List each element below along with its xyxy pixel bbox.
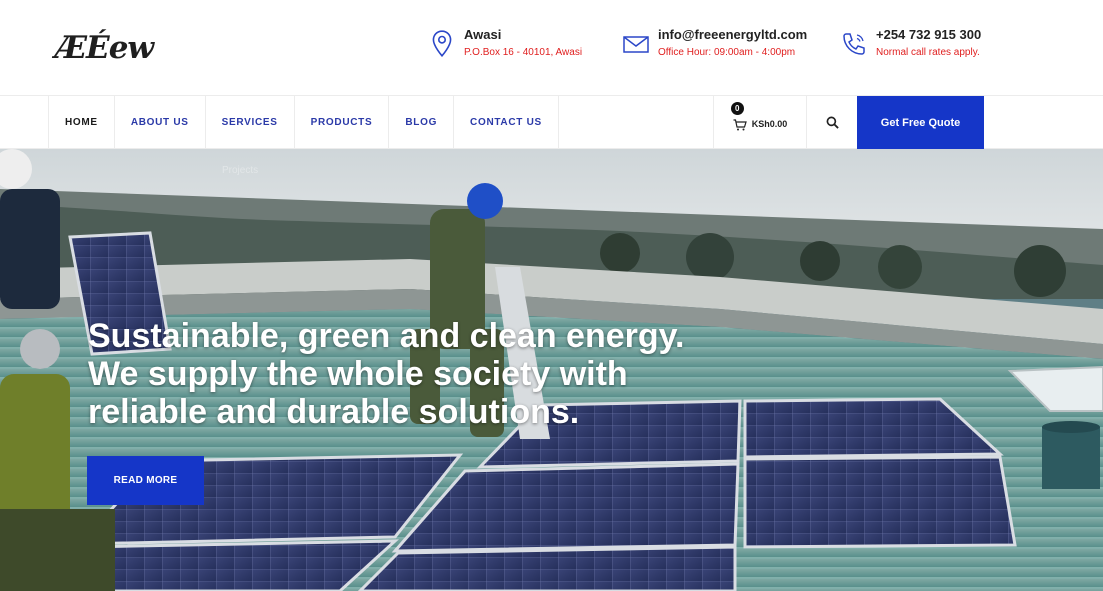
nav-item-home[interactable]: HOME [49,96,115,149]
nav-item-contact-us[interactable]: CONTACT US [454,96,559,149]
office-hours: Office Hour: 09:00am - 4:00pm [658,47,796,58]
map-pin-icon [428,29,456,59]
search-icon [826,116,839,129]
contact-location: Awasi P.O.Box 16 - 40101, Awasi [428,27,582,60]
nav-item-blog[interactable]: BLOG [389,96,455,149]
cart-count-badge: 0 [730,101,744,115]
nav-item-products[interactable]: PRODUCTS [295,96,390,149]
location-title: Awasi [464,27,502,42]
cart-total: KSh0.00 [751,118,788,129]
hero-headline-line: reliable and durable solutions. [88,393,580,431]
services-submenu-hint[interactable]: Projects [222,165,258,176]
envelope-icon [622,29,650,59]
nav-item-services[interactable]: SERVICES [206,96,295,149]
phone-icon [840,29,868,59]
phone-number[interactable]: +254 732 915 300 [876,27,981,43]
read-more-button[interactable]: READ MORE [87,456,204,505]
top-header: ÆÉew Awasi P.O.Box 16 - 40101, Awasi inf… [0,0,1103,95]
hero-headline-line: We supply the whole society with [88,355,628,393]
email-address[interactable]: info@freeenergyltd.com [658,27,807,43]
hero-slider: Projects Sustainable, green and clean en… [0,149,1103,591]
cart-button[interactable]: 0 KSh0.00 [713,96,807,149]
get-free-quote-button[interactable]: Get Free Quote [857,96,984,149]
site-logo[interactable]: ÆÉew [55,30,154,66]
contact-email: info@freeenergyltd.com Office Hour: 09:0… [622,27,807,60]
main-menu: HOME ABOUT US SERVICES PRODUCTS BLOG CON… [48,96,559,149]
contact-phone: +254 732 915 300 Normal call rates apply… [840,27,981,60]
cart-icon: 0 [730,101,747,130]
location-subtitle: P.O.Box 16 - 40101, Awasi [464,47,583,58]
call-rates-note: Normal call rates apply. [876,47,980,58]
search-button[interactable] [807,96,857,149]
hero-headline: Sustainable, green and clean energy. We … [88,317,788,431]
nav-item-about-us[interactable]: ABOUT US [115,96,206,149]
main-nav-bar: HOME ABOUT US SERVICES PRODUCTS BLOG CON… [0,95,1103,149]
hero-headline-line: Sustainable, green and clean energy. [88,317,685,355]
